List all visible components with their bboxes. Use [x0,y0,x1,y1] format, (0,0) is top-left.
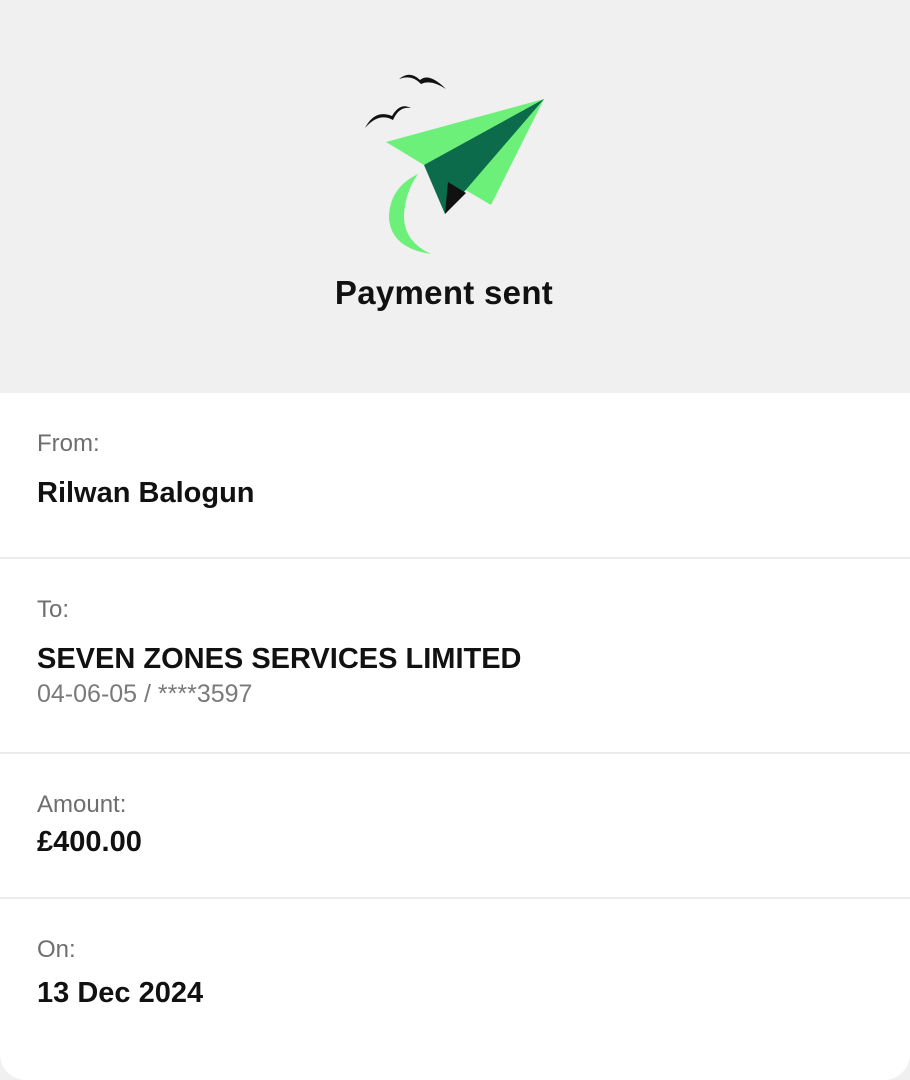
recipient-account: 04-06-05 / ****3597 [37,680,253,708]
date-value: 13 Dec 2024 [37,977,204,1009]
to-row: To: SEVEN ZONES SERVICES LIMITED 04-06-0… [0,595,910,709]
amount-value: £400.00 [37,826,142,858]
divider [0,752,910,754]
recipient-name: SEVEN ZONES SERVICES LIMITED [37,643,522,675]
to-label: To: [37,596,70,623]
payment-details-card: From: Rilwan Balogun To: SEVEN ZONES SER… [0,393,910,1080]
amount-label: Amount: [37,791,127,818]
receipt-header: Payment sent [0,0,910,393]
sender-name: Rilwan Balogun [37,477,255,509]
date-label: On: [37,936,76,963]
paper-plane-icon [365,74,544,254]
divider [0,897,910,899]
amount-row: Amount: £400.00 [0,790,910,860]
from-row: From: Rilwan Balogun [0,429,910,511]
page-title: Payment sent [334,274,554,311]
from-label: From: [37,430,100,457]
date-row: On: 13 Dec 2024 [0,935,910,1011]
divider [0,557,910,559]
